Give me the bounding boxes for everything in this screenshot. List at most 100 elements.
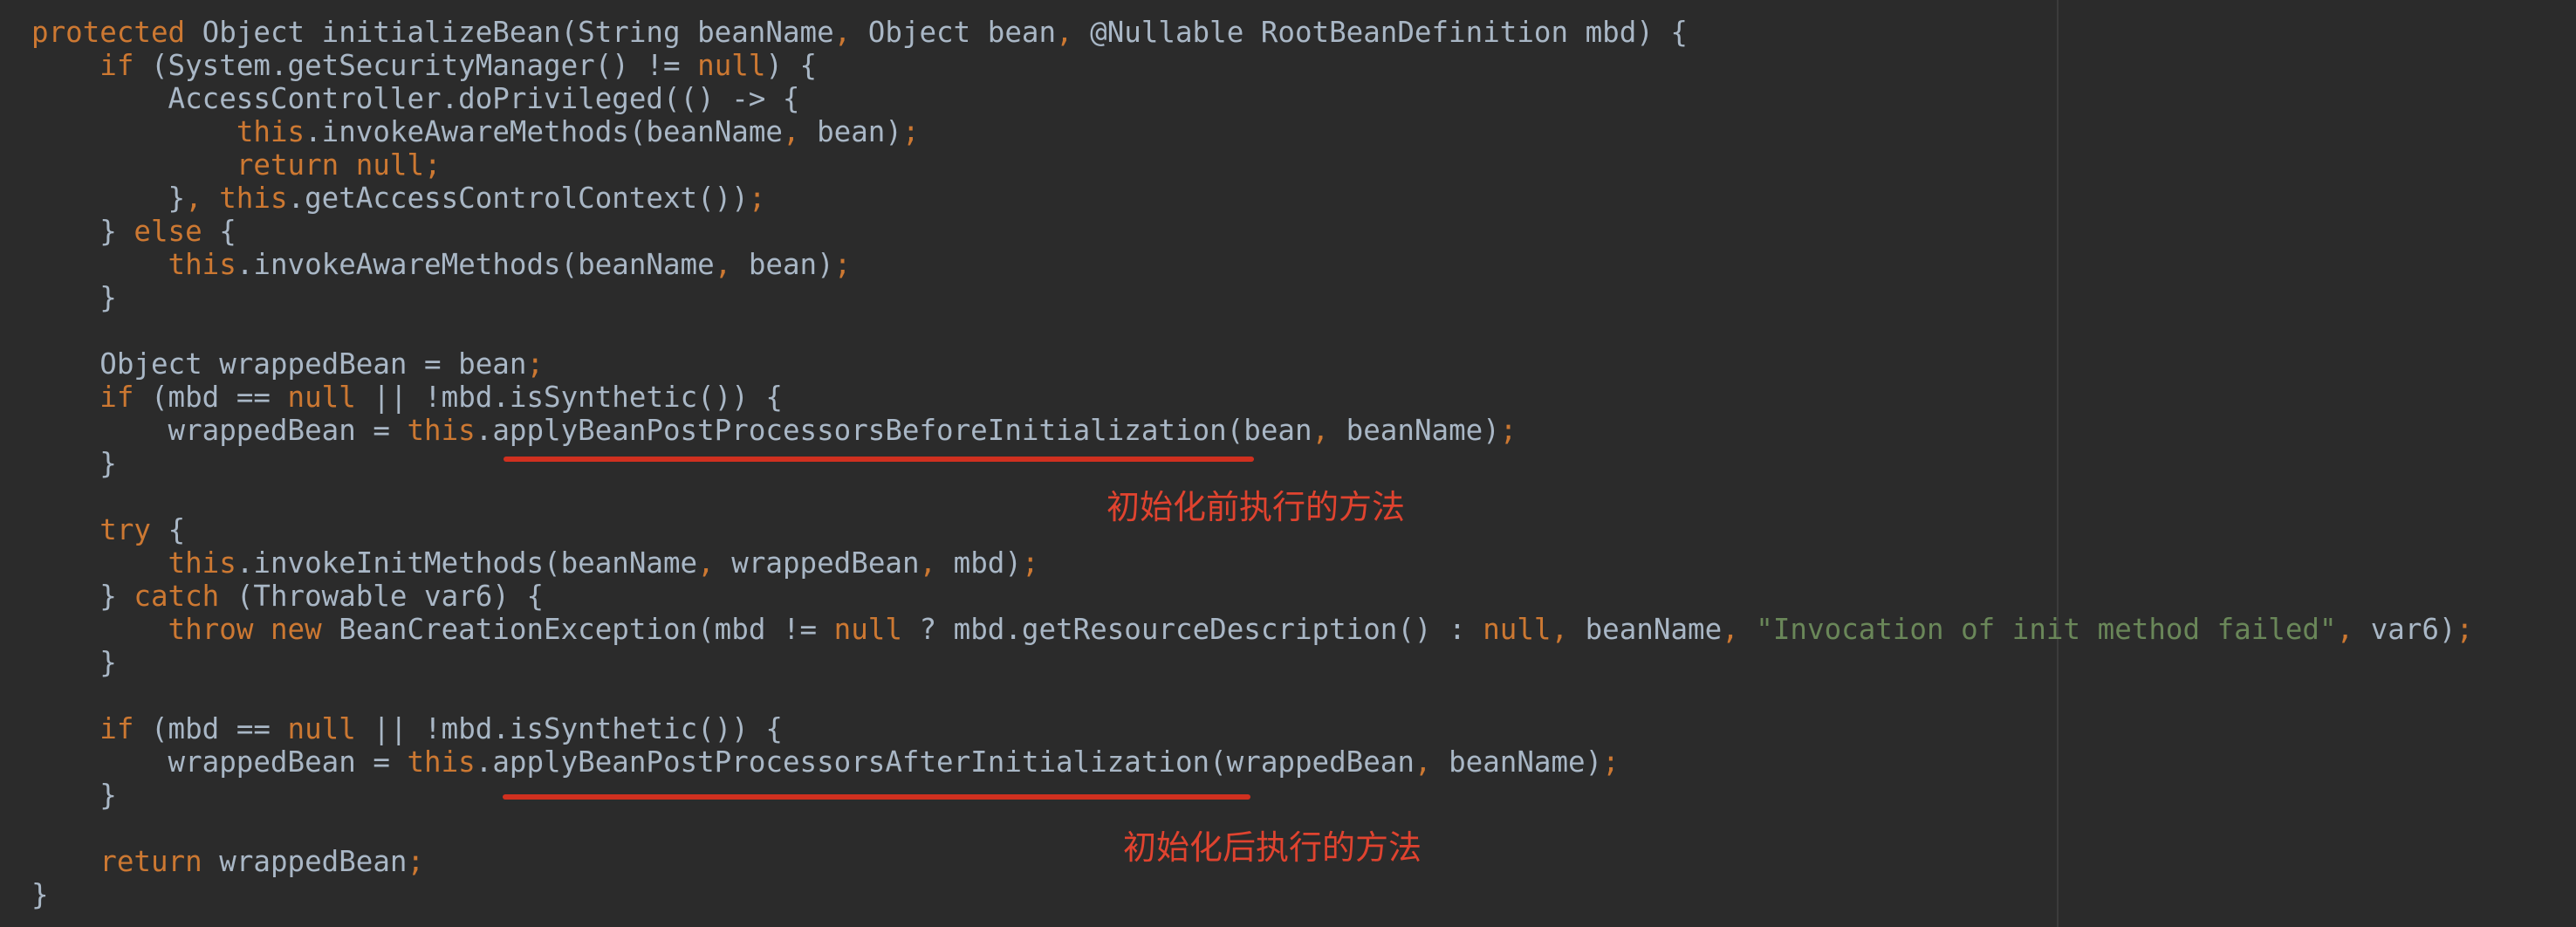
code-text: (System.getSecurityManager() != — [150, 49, 698, 82]
code-keyword: , — [919, 546, 954, 580]
code-keyword: null — [287, 381, 373, 414]
code-text: mbd) — [953, 546, 1022, 580]
code-line: } — [31, 878, 2473, 911]
code-line: AccessController.doPrivileged(() -> { — [31, 82, 2473, 115]
code-editor[interactable]: protected Object initializeBean(String b… — [0, 0, 2576, 927]
code-keyword: , — [2336, 613, 2371, 646]
code-keyword: ; — [526, 347, 545, 381]
code-keyword: if — [99, 49, 151, 82]
code-line: wrappedBean = this.applyBeanPostProcesso… — [31, 745, 2473, 779]
code-keyword: null, — [1483, 613, 1586, 646]
code-text: AccessController.doPrivileged(() -> { — [31, 82, 800, 115]
code-line: if (mbd == null || !mbd.isSynthetic()) { — [31, 712, 2473, 745]
code-text: bean) — [817, 115, 902, 148]
code-text: bean) — [748, 248, 834, 281]
code-text: (mbd == — [150, 712, 288, 745]
code-keyword: , — [714, 248, 749, 281]
code-line: if (mbd == null || !mbd.isSynthetic()) { — [31, 381, 2473, 414]
code-text: } — [31, 182, 186, 215]
code-keyword: return — [99, 845, 220, 878]
code-line: this.invokeAwareMethods(beanName, bean); — [31, 248, 2473, 281]
code-keyword: throw new — [168, 613, 339, 646]
code-keyword: return null; — [236, 148, 442, 182]
code-keyword: ; — [748, 182, 766, 215]
code-keyword: , this — [185, 182, 288, 215]
code-keyword: ; — [2456, 613, 2474, 646]
code-text: } — [31, 878, 49, 911]
code-text: .getAccessControlContext()) — [287, 182, 749, 215]
code-text: } — [31, 779, 117, 812]
code-keyword: this — [407, 745, 476, 779]
code-text: .applyBeanPostProcessorsBeforeInitializa… — [475, 414, 1312, 447]
code-keyword: ; — [833, 248, 852, 281]
code-text: var6) — [2370, 613, 2456, 646]
code-line: if (System.getSecurityManager() != null)… — [31, 49, 2473, 82]
code-text: Object bean — [867, 16, 1057, 49]
code-keyword: , — [1722, 613, 1757, 646]
code-text: { — [219, 215, 236, 248]
code-line: protected Object initializeBean(String b… — [31, 16, 2473, 49]
code-line: } — [31, 779, 2473, 812]
code-line: } catch (Throwable var6) { — [31, 580, 2473, 613]
code-keyword: this — [168, 546, 236, 580]
code-text: } — [31, 281, 117, 314]
code-keyword: ; — [1499, 414, 1518, 447]
code-keyword: try — [99, 513, 168, 546]
code-line: }, this.getAccessControlContext()); — [31, 182, 2473, 215]
code-line: } else { — [31, 215, 2473, 248]
code-keyword: , — [782, 115, 818, 148]
code-line: } — [31, 281, 2473, 314]
code-keyword: else — [134, 215, 220, 248]
code-keyword: ; — [1021, 546, 1039, 580]
code-text: ? mbd.getResourceDescription() : — [919, 613, 1483, 646]
code-keyword: , — [697, 546, 732, 580]
code-line: } — [31, 447, 2473, 480]
code-keyword: , — [1056, 16, 1091, 49]
code-text: wrappedBean = — [31, 414, 408, 447]
code-text: { — [168, 513, 186, 546]
code-line: throw new BeanCreationException(mbd != n… — [31, 613, 2474, 646]
code-text: Object initializeBean(String beanName — [202, 16, 834, 49]
code-line: wrappedBean = this.applyBeanPostProcesso… — [31, 414, 2473, 447]
code-line: this.invokeInitMethods(beanName, wrapped… — [31, 546, 2473, 580]
red-underline-after-init — [503, 794, 1250, 800]
code-text: Object wrappedBean = bean — [31, 347, 527, 381]
code-text: wrappedBean — [731, 546, 920, 580]
code-text: } — [31, 215, 134, 248]
code-keyword: ; — [407, 845, 425, 878]
code-line: return null; — [31, 148, 2473, 182]
code-keyword: if — [99, 712, 151, 745]
code-keyword: null — [697, 49, 766, 82]
annotation-before-init: 初始化前执行的方法 — [1106, 488, 1406, 526]
code-keyword: this — [236, 115, 305, 148]
code-block[interactable]: protected Object initializeBean(String b… — [31, 16, 2473, 911]
code-text: || !mbd.isSynthetic()) { — [373, 381, 783, 414]
code-text: @Nullable RootBeanDefinition mbd) { — [1090, 16, 1688, 49]
code-text: beanName) — [1449, 745, 1603, 779]
red-underline-before-init — [504, 457, 1254, 462]
code-text: .invokeInitMethods(beanName — [236, 546, 698, 580]
code-keyword: , — [833, 16, 868, 49]
code-line: Object wrappedBean = bean; — [31, 347, 2473, 381]
code-text: } — [31, 580, 134, 613]
code-keyword: ; — [1602, 745, 1620, 779]
code-line: } — [31, 646, 2473, 679]
code-string: "Invocation of init method failed" — [1756, 613, 2337, 646]
code-line: this.invokeAwareMethods(beanName, bean); — [31, 115, 2473, 148]
code-text: .invokeAwareMethods(beanName — [305, 115, 783, 148]
code-keyword: ; — [901, 115, 920, 148]
code-text: .applyBeanPostProcessorsAfterInitializat… — [475, 745, 1415, 779]
code-keyword: null — [287, 712, 373, 745]
code-text: } — [31, 646, 117, 679]
code-keyword: , — [1414, 745, 1449, 779]
